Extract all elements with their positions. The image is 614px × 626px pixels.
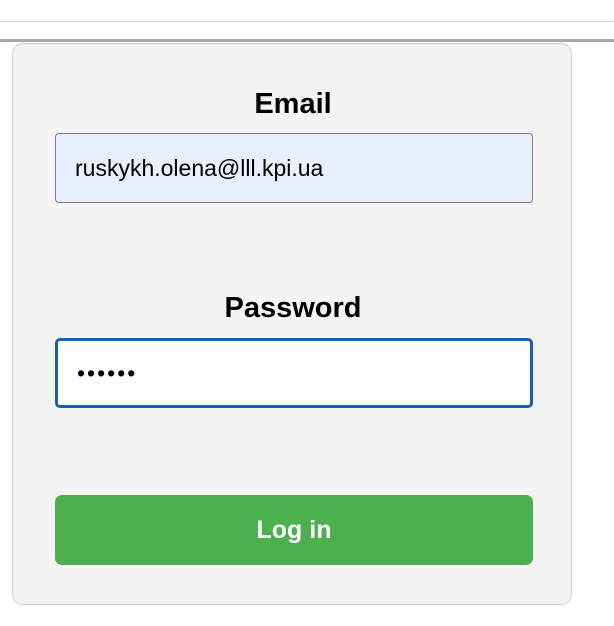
top-divider (0, 21, 614, 22)
email-label: Email (254, 88, 332, 120)
password-label: Password (224, 292, 362, 324)
header-divider (0, 39, 614, 42)
password-input[interactable] (55, 338, 533, 408)
login-button[interactable]: Log in (55, 495, 533, 565)
login-form: Email Password Log in (12, 43, 572, 605)
email-input[interactable] (55, 133, 533, 203)
